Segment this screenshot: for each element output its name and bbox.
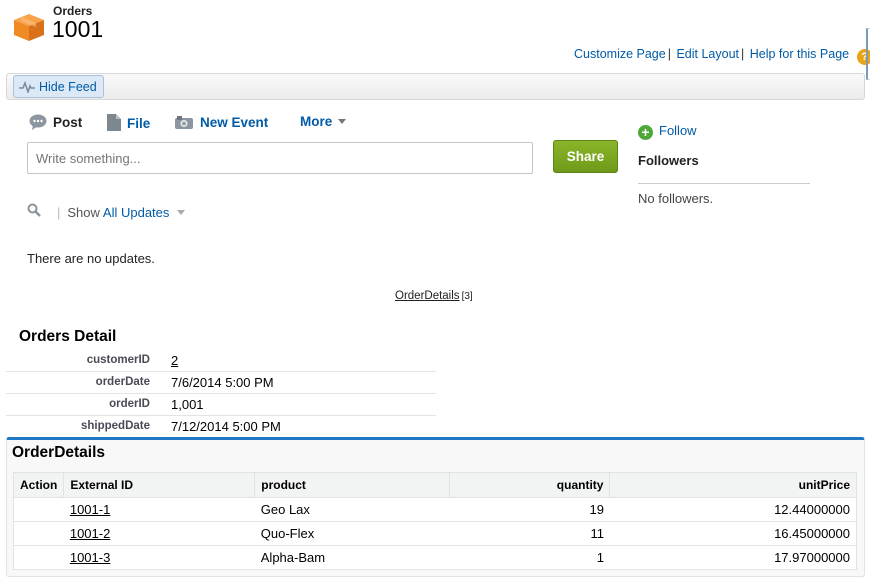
external-id-link[interactable]: 1001-2 bbox=[70, 526, 110, 541]
field-value: 1,001 bbox=[171, 397, 204, 412]
product-cell: Geo Lax bbox=[254, 497, 450, 522]
column-header-external-id[interactable]: External ID bbox=[63, 472, 255, 498]
customer-id-link[interactable]: 2 bbox=[171, 353, 178, 368]
quantity-cell: 19 bbox=[449, 497, 610, 522]
follow-button[interactable]: + Follow bbox=[638, 123, 697, 140]
page-links: Customize Page | Edit Layout | Help for th… bbox=[574, 47, 870, 65]
tab-new-event[interactable]: New Event bbox=[174, 114, 268, 130]
related-list-title: OrderDetails bbox=[12, 444, 106, 461]
tab-more-label: More bbox=[300, 114, 333, 129]
unit-price-cell: 16.45000000 bbox=[609, 521, 857, 546]
detail-row: shippedDate 7/12/2014 5:00 PM bbox=[6, 416, 436, 438]
unit-price-cell: 17.97000000 bbox=[609, 545, 857, 570]
external-id-cell: 1001-2 bbox=[63, 521, 255, 546]
follow-label: Follow bbox=[659, 123, 697, 138]
divider: | bbox=[57, 205, 61, 220]
detail-row: orderID 1,001 bbox=[6, 394, 436, 416]
external-id-link[interactable]: 1001-3 bbox=[70, 550, 110, 565]
field-label: orderID bbox=[109, 398, 150, 410]
field-label: orderDate bbox=[95, 376, 150, 388]
followers-empty: No followers. bbox=[638, 191, 714, 206]
table-row: 1001-1 Geo Lax 19 12.44000000 bbox=[13, 497, 857, 522]
column-header-unit-price[interactable]: unitPrice bbox=[609, 472, 857, 498]
show-label: Show bbox=[67, 205, 100, 220]
orders-box-icon bbox=[12, 12, 46, 42]
customize-page-link[interactable]: Customize Page bbox=[574, 47, 666, 61]
quantity-cell: 1 bbox=[449, 545, 610, 570]
external-id-link[interactable]: 1001-1 bbox=[70, 502, 110, 517]
column-header-product[interactable]: product bbox=[254, 472, 450, 498]
table-header-row: Action External ID product quantity unit… bbox=[13, 472, 857, 498]
tab-new-event-label: New Event bbox=[200, 115, 269, 130]
help-link[interactable]: Help for this Page bbox=[750, 47, 849, 61]
tab-file[interactable]: File bbox=[107, 114, 150, 131]
tab-post[interactable]: Post bbox=[29, 114, 82, 130]
field-label: customerID bbox=[86, 354, 150, 366]
tab-more[interactable]: More bbox=[300, 114, 347, 129]
share-button[interactable]: Share bbox=[553, 140, 618, 173]
action-cell bbox=[13, 521, 64, 546]
feed-filter[interactable]: | Show All Updates bbox=[57, 205, 186, 220]
detail-section-title: Orders Detail bbox=[19, 328, 117, 345]
followers-title: Followers bbox=[638, 153, 699, 168]
feed-pulse-icon bbox=[19, 80, 35, 95]
record-name: 1001 bbox=[52, 16, 104, 42]
hide-feed-button[interactable]: Hide Feed bbox=[13, 75, 104, 98]
product-cell: Alpha-Bam bbox=[254, 545, 450, 570]
table-row: 1001-3 Alpha-Bam 1 17.97000000 bbox=[13, 545, 857, 570]
action-cell bbox=[13, 497, 64, 522]
feed-empty-message: There are no updates. bbox=[27, 251, 155, 266]
edit-layout-link[interactable]: Edit Layout bbox=[676, 47, 739, 61]
plus-icon: + bbox=[638, 125, 653, 140]
column-header-quantity[interactable]: quantity bbox=[449, 472, 610, 498]
table-row: 1001-2 Quo-Flex 11 16.45000000 bbox=[13, 521, 857, 546]
detail-row: customerID 2 bbox=[6, 350, 436, 372]
field-value: 7/6/2014 5:00 PM bbox=[171, 375, 274, 390]
divider bbox=[638, 183, 810, 184]
chevron-down-icon[interactable] bbox=[177, 210, 186, 215]
column-header-action: Action bbox=[13, 472, 64, 498]
search-icon[interactable] bbox=[27, 203, 41, 220]
sidebar-edge[interactable] bbox=[866, 28, 870, 80]
event-icon bbox=[175, 116, 193, 129]
action-cell bbox=[13, 545, 64, 570]
external-id-cell: 1001-1 bbox=[63, 497, 255, 522]
chevron-down-icon bbox=[338, 119, 347, 124]
post-input[interactable] bbox=[27, 142, 533, 174]
tab-file-label: File bbox=[127, 116, 151, 131]
post-bubble-icon bbox=[29, 114, 47, 130]
detail-row: orderDate 7/6/2014 5:00 PM bbox=[6, 372, 436, 394]
quantity-cell: 11 bbox=[449, 521, 610, 546]
related-count: [3] bbox=[461, 291, 473, 302]
tab-post-label: Post bbox=[53, 115, 83, 130]
feed-toolbar bbox=[6, 73, 865, 100]
order-details-link[interactable]: OrderDetails bbox=[395, 290, 460, 302]
file-icon bbox=[107, 114, 121, 131]
field-label: shippedDate bbox=[80, 420, 150, 432]
related-list-link: OrderDetails [3] bbox=[395, 290, 473, 302]
product-cell: Quo-Flex bbox=[254, 521, 450, 546]
filter-value[interactable]: All Updates bbox=[103, 205, 169, 220]
order-details-table: Action External ID product quantity unit… bbox=[13, 472, 857, 570]
field-value: 7/12/2014 5:00 PM bbox=[171, 419, 281, 434]
unit-price-cell: 12.44000000 bbox=[609, 497, 857, 522]
hide-feed-label: Hide Feed bbox=[39, 80, 97, 94]
external-id-cell: 1001-3 bbox=[63, 545, 255, 570]
